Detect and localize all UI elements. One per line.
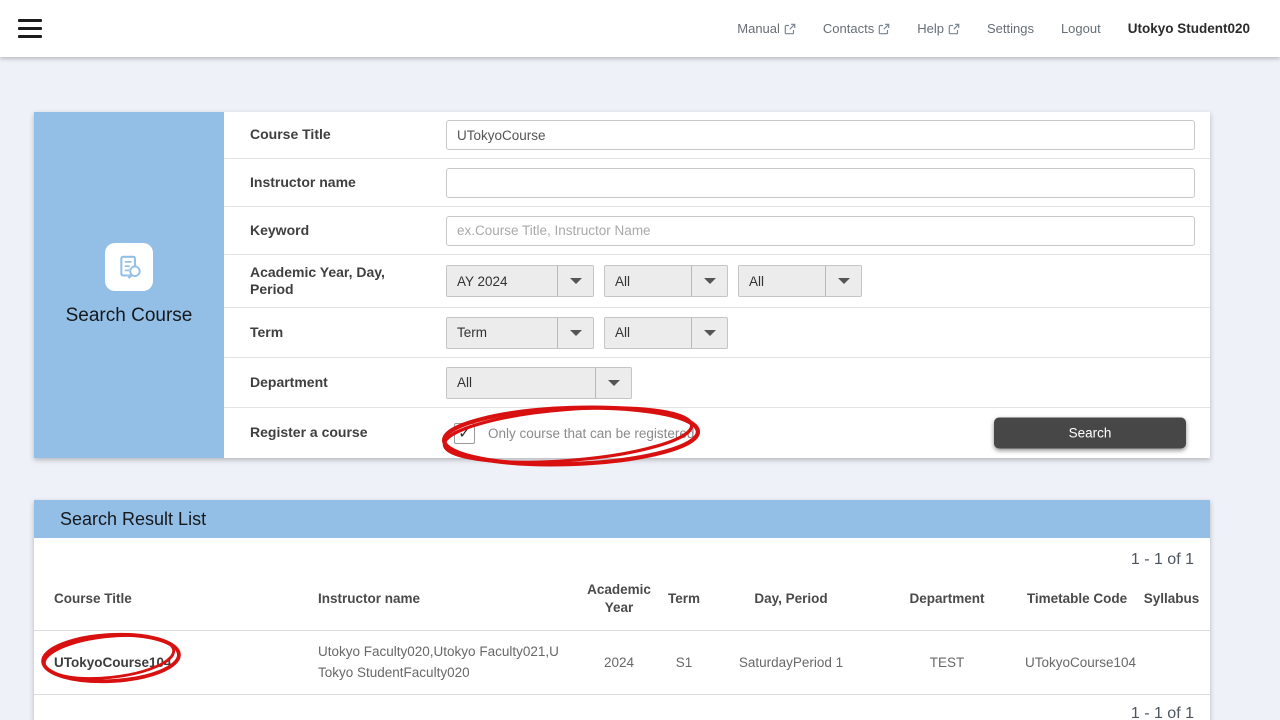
nav-help-label: Help <box>917 21 944 36</box>
search-form: Course Title Instructor name Keyword Aca… <box>224 112 1210 458</box>
only-registerable-label: Only course that can be registered. <box>488 426 698 441</box>
col-instructor: Instructor name <box>314 573 579 631</box>
col-day-period: Day, Period <box>709 573 873 631</box>
cell-term: S1 <box>659 631 709 695</box>
top-bar: Manual Contacts Help Settings Logout Uto… <box>0 0 1280 57</box>
academic-year-day-period-label: Academic Year, Day, Period <box>224 264 446 299</box>
academic-year-select[interactable]: AY 2024 <box>446 265 594 297</box>
search-course-sidebar: Search Course <box>34 112 224 458</box>
result-count-top: 1 - 1 of 1 <box>34 538 1210 573</box>
only-registerable-checkbox[interactable]: ✓ <box>454 423 475 444</box>
chevron-down-icon <box>557 266 593 296</box>
course-title-label: Course Title <box>224 126 446 144</box>
chevron-down-icon <box>595 368 631 398</box>
nav-logout-label: Logout <box>1061 21 1101 36</box>
day-select[interactable]: All <box>604 265 728 297</box>
nav-contacts-label: Contacts <box>823 21 874 36</box>
external-link-icon <box>784 23 796 35</box>
nav-settings-label: Settings <box>987 21 1034 36</box>
external-link-icon <box>948 23 960 35</box>
period-select[interactable]: All <box>738 265 862 297</box>
department-select[interactable]: All <box>446 367 632 399</box>
course-title-input[interactable] <box>446 120 1195 150</box>
cell-department: TEST <box>873 631 1021 695</box>
checkmark-icon: ✓ <box>458 424 471 442</box>
top-nav: Manual Contacts Help Settings Logout Uto… <box>710 21 1250 36</box>
nav-contacts[interactable]: Contacts <box>823 21 890 36</box>
result-table-header-row: Course Title Instructor name Academic Ye… <box>34 573 1210 631</box>
instructor-name-label: Instructor name <box>224 174 446 192</box>
keyword-input[interactable] <box>446 216 1195 246</box>
cell-syllabus <box>1133 631 1210 695</box>
search-button[interactable]: Search <box>994 418 1186 449</box>
result-list-title: Search Result List <box>34 500 1210 538</box>
chevron-down-icon <box>557 318 593 348</box>
logged-in-user: Utokyo Student020 <box>1128 21 1250 36</box>
cell-instructor: Utokyo Faculty020,Utokyo Faculty021,UTok… <box>314 631 579 695</box>
result-row[interactable]: UTokyoCourse104 Utokyo Faculty020,Utokyo… <box>34 631 1210 695</box>
cell-course-title[interactable]: UTokyoCourse104 <box>34 631 314 695</box>
course-search-icon <box>105 243 153 291</box>
cell-day-period: SaturdayPeriod 1 <box>709 631 873 695</box>
col-syllabus: Syllabus <box>1133 573 1210 631</box>
result-table: Course Title Instructor name Academic Ye… <box>34 573 1210 695</box>
register-a-course-label: Register a course <box>224 424 446 442</box>
col-timetable-code: Timetable Code <box>1021 573 1133 631</box>
instructor-name-input[interactable] <box>446 168 1195 198</box>
external-link-icon <box>878 23 890 35</box>
nav-manual-label: Manual <box>737 21 780 36</box>
term-value-select[interactable]: All <box>604 317 728 349</box>
chevron-down-icon <box>691 318 727 348</box>
col-academic-year: Academic Year <box>579 573 659 631</box>
result-count-bottom: 1 - 1 of 1 <box>34 695 1210 720</box>
panel-title: Search Course <box>66 305 193 327</box>
cell-timetable-code: UTokyoCourse104 <box>1021 631 1133 695</box>
term-type-select[interactable]: Term <box>446 317 594 349</box>
search-result-panel: Search Result List 1 - 1 of 1 Course Tit… <box>34 500 1210 720</box>
search-course-panel: Search Course Course Title Instructor na… <box>34 112 1210 458</box>
col-term: Term <box>659 573 709 631</box>
term-label: Term <box>224 324 446 342</box>
hamburger-menu-icon[interactable] <box>18 19 44 38</box>
col-department: Department <box>873 573 1021 631</box>
nav-settings[interactable]: Settings <box>987 21 1034 36</box>
keyword-label: Keyword <box>224 222 446 240</box>
nav-logout[interactable]: Logout <box>1061 21 1101 36</box>
nav-manual[interactable]: Manual <box>737 21 796 36</box>
col-course-title: Course Title <box>34 573 314 631</box>
chevron-down-icon <box>691 266 727 296</box>
chevron-down-icon <box>825 266 861 296</box>
nav-help[interactable]: Help <box>917 21 960 36</box>
cell-academic-year: 2024 <box>579 631 659 695</box>
department-label: Department <box>224 374 446 392</box>
